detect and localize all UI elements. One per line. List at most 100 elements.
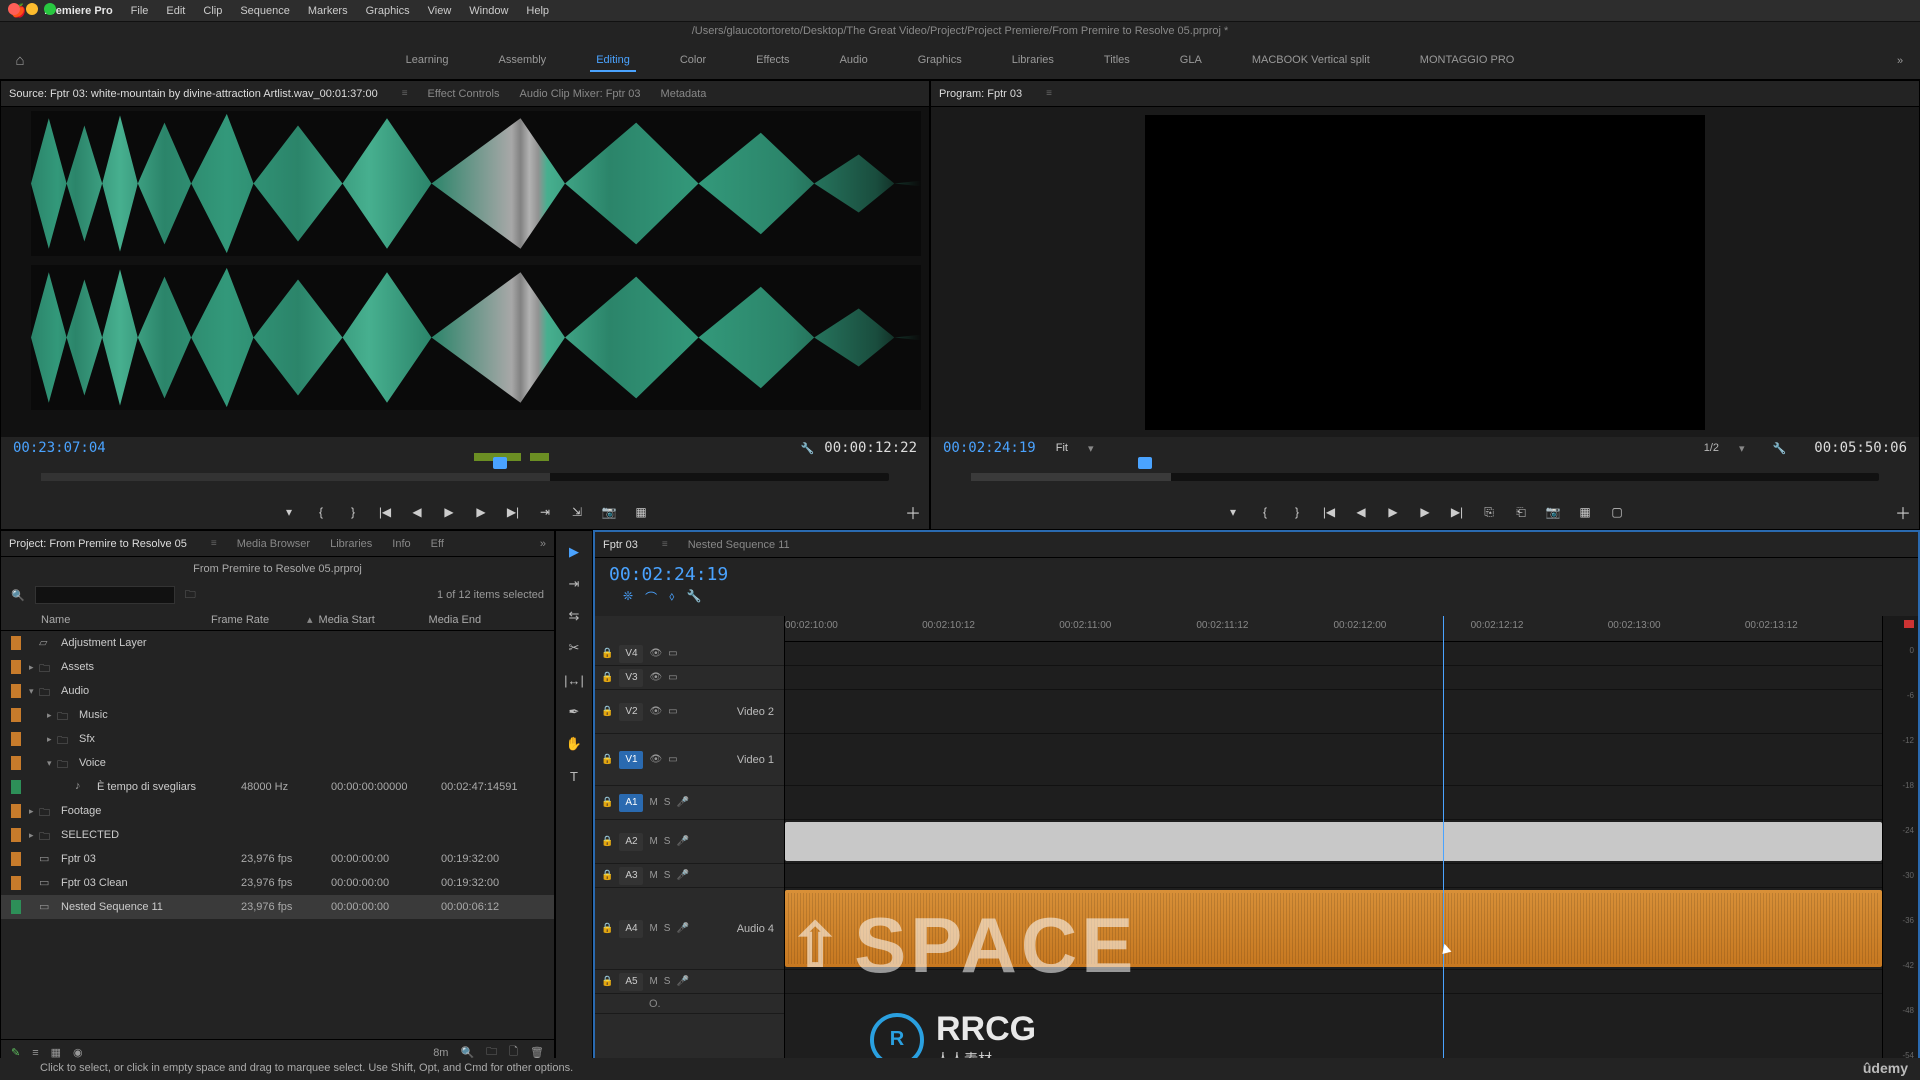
selection-tool-icon[interactable]: ▶: [563, 541, 585, 563]
comparison-icon[interactable]: ▦: [1576, 503, 1594, 521]
track-lane-v4[interactable]: [785, 642, 1882, 666]
step-fwd-icon[interactable]: ▶: [1416, 503, 1434, 521]
go-in-icon[interactable]: |◀: [1320, 503, 1338, 521]
solo-icon[interactable]: S: [664, 836, 671, 847]
solo-icon[interactable]: S: [664, 870, 671, 881]
toggle-output-icon[interactable]: 👁: [649, 648, 662, 659]
menu-window[interactable]: Window: [469, 5, 508, 17]
solo-icon[interactable]: S: [664, 976, 671, 987]
menu-clip[interactable]: Clip: [203, 5, 222, 17]
project-item[interactable]: ▱Adjustment Layer: [1, 631, 554, 655]
home-icon[interactable]: ⌂: [0, 52, 40, 69]
button-editor-icon[interactable]: ＋: [1895, 500, 1911, 524]
button-editor-icon[interactable]: ＋: [905, 500, 921, 524]
menu-sequence[interactable]: Sequence: [240, 5, 290, 17]
settings-icon[interactable]: 🔧: [686, 589, 701, 606]
bin-view-icon[interactable]: 🗀: [185, 586, 196, 605]
safe-margins-icon[interactable]: ▢: [1608, 503, 1626, 521]
track-target[interactable]: A3: [619, 867, 643, 885]
solo-icon[interactable]: S: [664, 797, 671, 808]
lock-icon[interactable]: 🔒: [601, 923, 613, 934]
project-item[interactable]: ▾🗀Audio: [1, 679, 554, 703]
lock-icon[interactable]: 🔒: [601, 870, 613, 881]
slip-tool-icon[interactable]: |↔|: [563, 669, 585, 691]
track-target[interactable]: A2: [619, 833, 643, 851]
effects-tab[interactable]: Eff: [431, 538, 444, 550]
voice-icon[interactable]: 🎤: [676, 797, 688, 808]
go-out-icon[interactable]: ▶|: [504, 503, 522, 521]
play-icon[interactable]: ▶: [1384, 503, 1402, 521]
track-header-a3[interactable]: 🔒 A3 MS 🎤: [595, 864, 784, 888]
track-header-a1[interactable]: 🔒A1MS🎤: [595, 786, 784, 820]
lock-icon[interactable]: 🔒: [601, 648, 613, 659]
source-tab-effectcontrols[interactable]: Effect Controls: [428, 88, 500, 100]
mark-in-icon[interactable]: {: [312, 503, 330, 521]
step-fwd-icon[interactable]: ▶: [472, 503, 490, 521]
lock-icon[interactable]: 🔒: [601, 976, 613, 987]
lift-icon[interactable]: ⎘: [1480, 503, 1498, 521]
workspace-graphics[interactable]: Graphics: [912, 50, 968, 72]
workspace-editing[interactable]: Editing: [590, 50, 636, 72]
track-lane-a2[interactable]: [785, 820, 1882, 864]
voice-icon[interactable]: 🎤: [676, 870, 688, 881]
voice-icon[interactable]: 🎤: [676, 836, 688, 847]
toggle-output-icon[interactable]: M: [649, 870, 657, 881]
source-tab-metadata[interactable]: Metadata: [661, 88, 707, 100]
project-item[interactable]: ▾🗀Voice: [1, 751, 554, 775]
project-item[interactable]: ▭Fptr 03 Clean23,976 fps00:00:00:0000:19…: [1, 871, 554, 895]
tab-menu-icon[interactable]: ≡: [211, 538, 217, 549]
marker-icon[interactable]: ▾: [280, 503, 298, 521]
workspace-color[interactable]: Color: [674, 50, 712, 72]
mark-in-icon[interactable]: {: [1256, 503, 1274, 521]
type-tool-icon[interactable]: T: [563, 765, 585, 787]
track-lane-a5[interactable]: [785, 970, 1882, 994]
ripple-tool-icon[interactable]: ⇆: [563, 605, 585, 627]
lock-icon[interactable]: 🔒: [601, 754, 613, 765]
toggle-output-icon[interactable]: M: [649, 797, 657, 808]
go-out-icon[interactable]: ▶|: [1448, 503, 1466, 521]
menu-help[interactable]: Help: [526, 5, 549, 17]
project-item[interactable]: ▸🗀Assets: [1, 655, 554, 679]
lock-icon[interactable]: 🔒: [601, 706, 613, 717]
list-view-icon[interactable]: ≡: [32, 1047, 38, 1059]
track-lane-a4[interactable]: [785, 888, 1882, 970]
track-lane-a3[interactable]: [785, 864, 1882, 888]
source-scrubber[interactable]: [1, 459, 929, 495]
project-item[interactable]: ▸🗀SELECTED: [1, 823, 554, 847]
timeline-tc[interactable]: 00:02:24:19: [609, 564, 1904, 585]
lock-icon[interactable]: 🔒: [601, 797, 613, 808]
playback-res[interactable]: 1/2: [1704, 442, 1719, 454]
toggle-output-icon[interactable]: 👁: [649, 754, 662, 765]
track-target[interactable]: V2: [619, 703, 643, 721]
source-tab-clip[interactable]: Source: Fptr 03: white-mountain by divin…: [9, 88, 378, 100]
chevron-down-icon[interactable]: ▾: [1088, 442, 1094, 455]
track-target[interactable]: A4: [619, 920, 643, 938]
workspace-titles[interactable]: Titles: [1098, 50, 1136, 72]
wrench-icon[interactable]: 🔧: [801, 442, 815, 455]
workspace-macbook-vertical-split[interactable]: MACBOOK Vertical split: [1246, 50, 1376, 72]
marker-icon[interactable]: ⬨: [669, 589, 674, 606]
project-item[interactable]: ▸🗀Sfx: [1, 727, 554, 751]
extract-icon[interactable]: ⎗: [1512, 503, 1530, 521]
workspace-overflow-icon[interactable]: »: [1880, 55, 1920, 67]
zoom-fit[interactable]: Fit: [1056, 442, 1068, 454]
timeline-ruler[interactable]: 00:02:10:0000:02:10:1200:02:11:0000:02:1…: [785, 616, 1882, 642]
hand-tool-icon[interactable]: ✋: [563, 733, 585, 755]
track-lane-v2[interactable]: [785, 690, 1882, 734]
pen-tool-icon[interactable]: ✒: [563, 701, 585, 723]
project-item[interactable]: ▸🗀Footage: [1, 799, 554, 823]
track-target[interactable]: A5: [619, 973, 643, 991]
chevron-down-icon[interactable]: ▾: [1739, 442, 1745, 455]
lock-icon[interactable]: 🔒: [601, 836, 613, 847]
window-traffic-lights[interactable]: [8, 3, 56, 15]
timeline-tab-0[interactable]: Fptr 03: [603, 539, 638, 551]
workspace-learning[interactable]: Learning: [400, 50, 455, 72]
toggle-output-icon[interactable]: M: [649, 976, 657, 987]
wrench-icon[interactable]: 🔧: [1773, 442, 1787, 455]
project-search-input[interactable]: [35, 586, 175, 604]
program-tab[interactable]: Program: Fptr 03: [939, 88, 1022, 100]
workspace-gla[interactable]: GLA: [1174, 50, 1208, 72]
play-icon[interactable]: ▶: [440, 503, 458, 521]
program-tc[interactable]: 00:02:24:19: [943, 440, 1036, 456]
clip[interactable]: [785, 822, 1882, 861]
